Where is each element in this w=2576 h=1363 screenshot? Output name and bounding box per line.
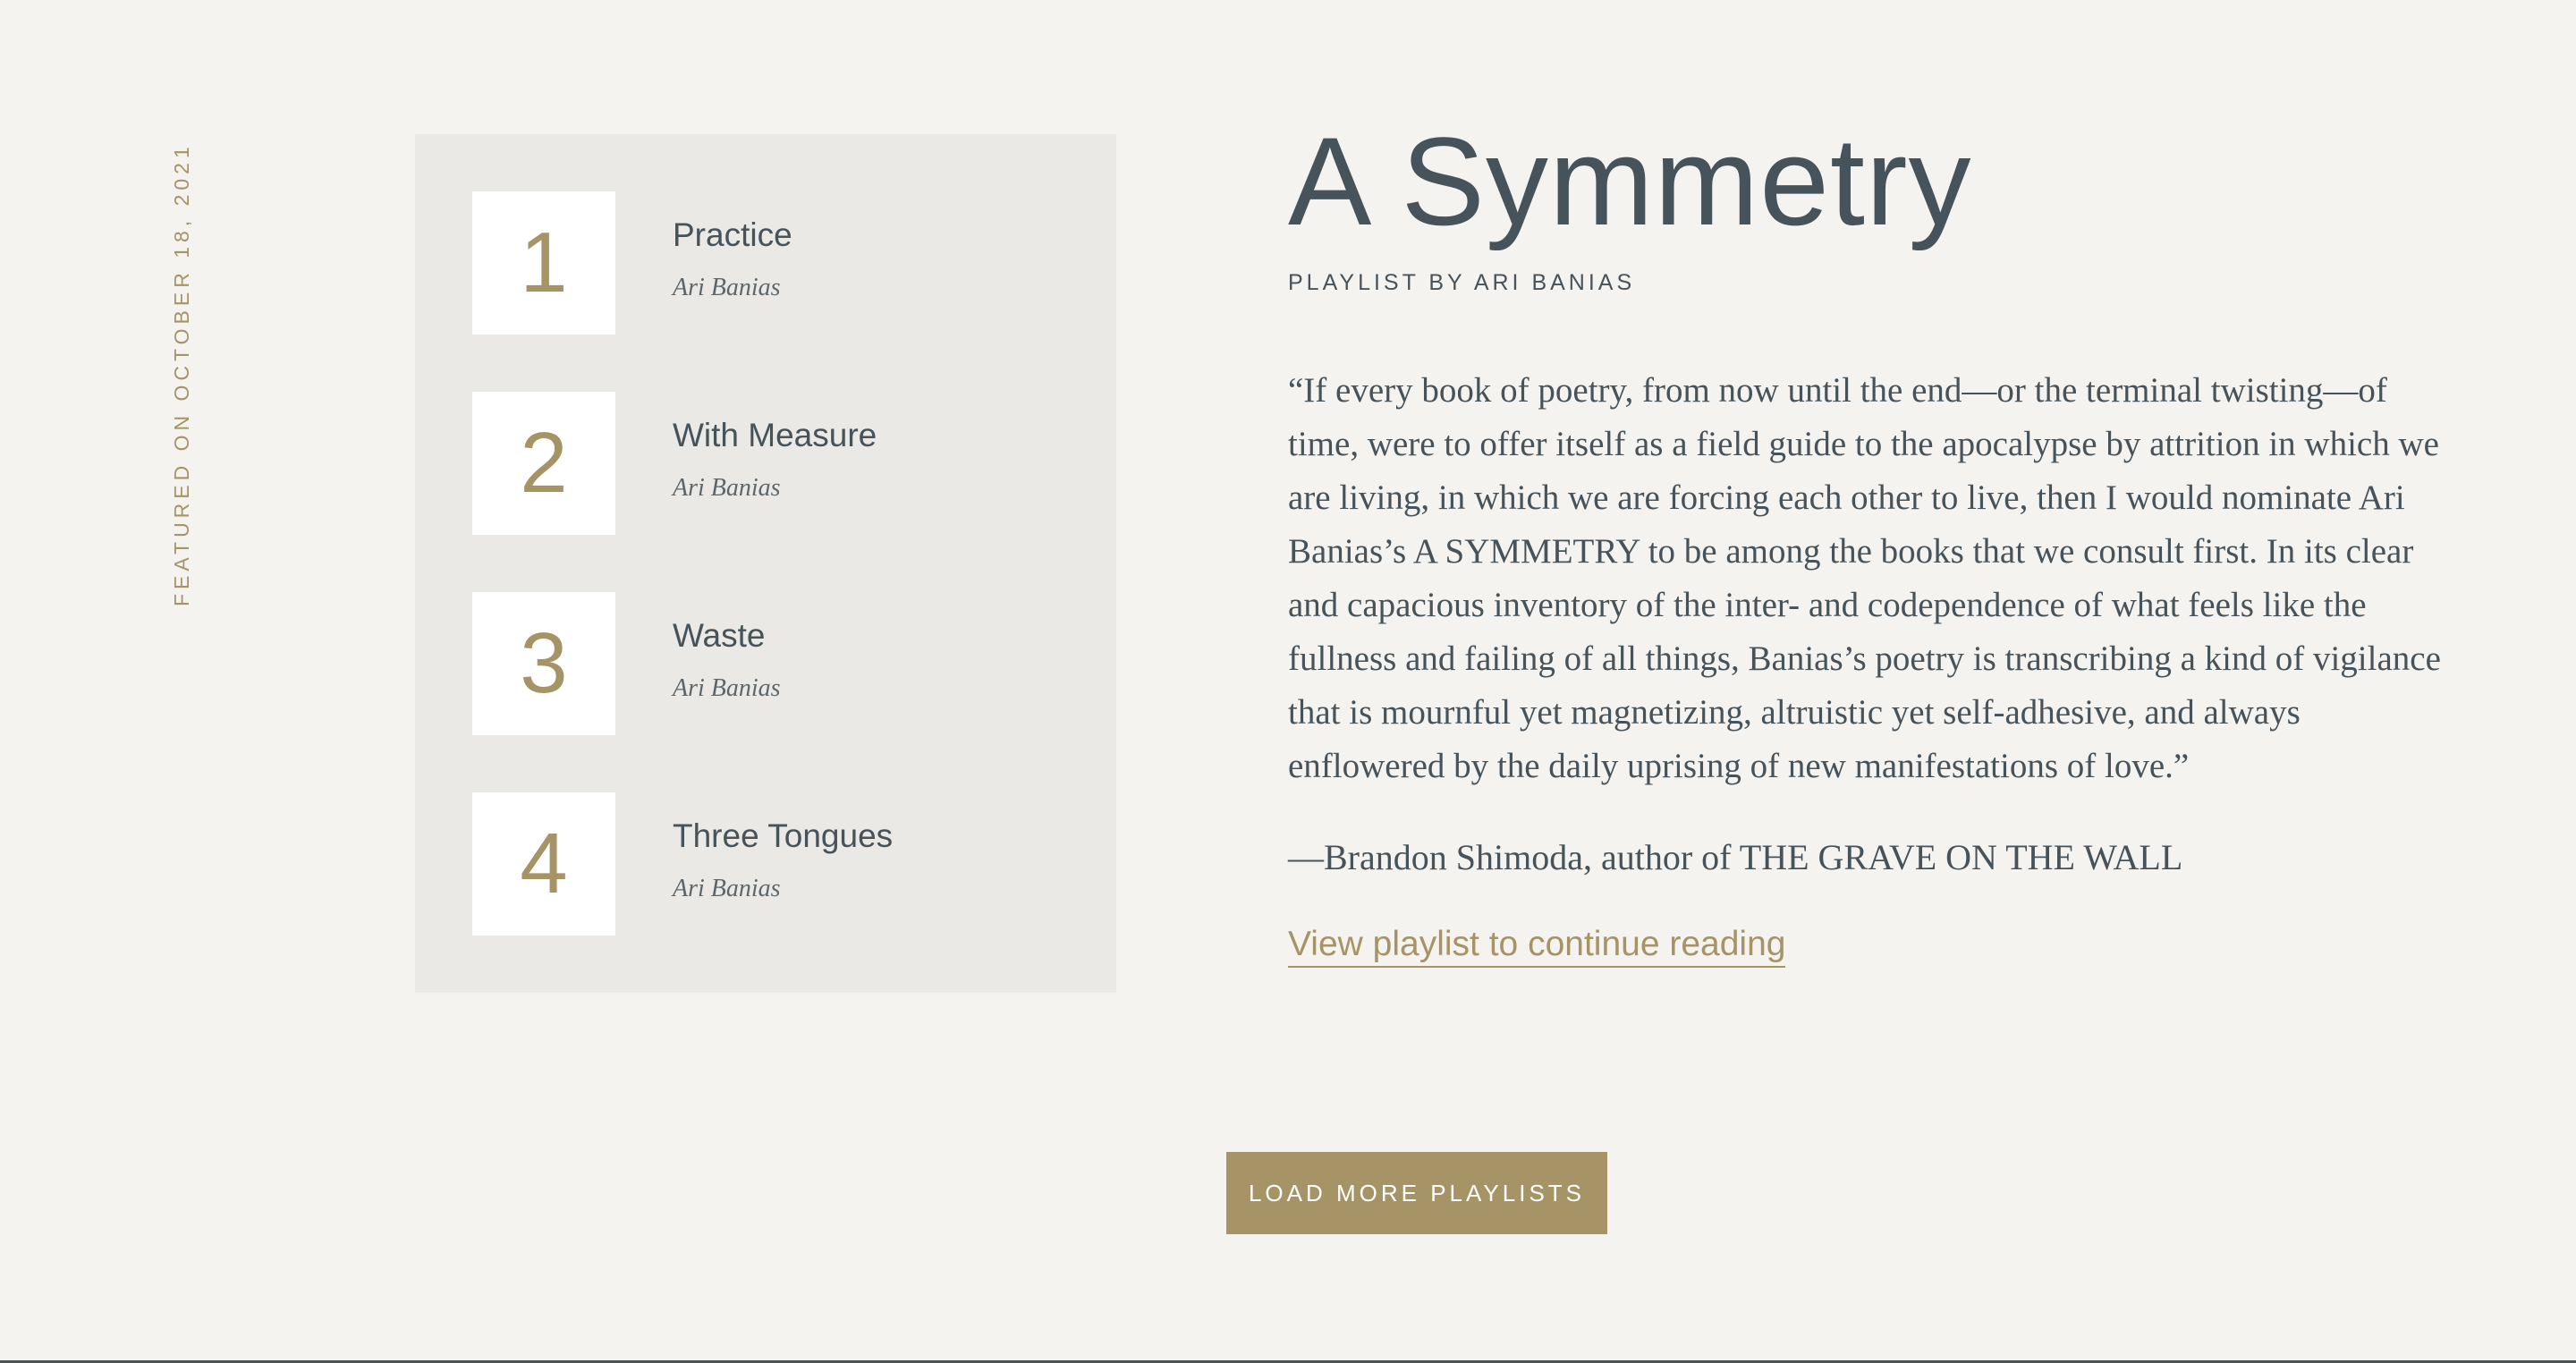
poem-author: Ari Banias <box>673 875 781 902</box>
poem-list-item[interactable]: 1 Practice Ari Banias <box>472 191 1098 334</box>
load-more-button[interactable]: LOAD MORE PLAYLISTS <box>1226 1152 1607 1234</box>
poem-title[interactable]: Three Tongues <box>673 817 893 855</box>
poem-number-box: 3 <box>472 592 615 735</box>
poem-author: Ari Banias <box>673 274 781 301</box>
poem-title[interactable]: Waste <box>673 617 765 655</box>
poem-author: Ari Banias <box>673 674 781 702</box>
poem-list-item[interactable]: 3 Waste Ari Banias <box>472 592 1098 735</box>
poem-number-box: 1 <box>472 191 615 334</box>
poem-title[interactable]: Practice <box>673 216 792 254</box>
playlist-detail: A Symmetry PLAYLIST BY ARI BANIAS “If ev… <box>1288 113 2442 968</box>
poem-number-box: 2 <box>472 392 615 535</box>
playlist-byline: PLAYLIST BY ARI BANIAS <box>1288 270 1636 295</box>
poem-number-box: 4 <box>472 792 615 935</box>
poem-number: 1 <box>520 215 568 310</box>
poem-number: 4 <box>520 816 568 911</box>
blurb-quote: “If every book of poetry, from now until… <box>1288 371 2441 785</box>
poem-number: 3 <box>520 615 568 711</box>
poem-list-item[interactable]: 2 With Measure Ari Banias <box>472 392 1098 535</box>
page-title: A Symmetry <box>1288 111 1972 251</box>
quote-attribution: —Brandon Shimoda, author of THE GRAVE ON… <box>1288 837 2183 877</box>
poem-author: Ari Banias <box>673 474 781 502</box>
poem-number: 2 <box>520 415 568 511</box>
poem-list-panel: 1 Practice Ari Banias 2 With Measure Ari… <box>415 134 1116 993</box>
featured-date-text: FEATURED ON OCTOBER 18, 2021 <box>170 142 193 606</box>
poem-title[interactable]: With Measure <box>673 417 877 454</box>
poem-list-item[interactable]: 4 Three Tongues Ari Banias <box>472 792 1098 935</box>
view-playlist-link[interactable]: View playlist to continue reading <box>1288 925 1786 968</box>
